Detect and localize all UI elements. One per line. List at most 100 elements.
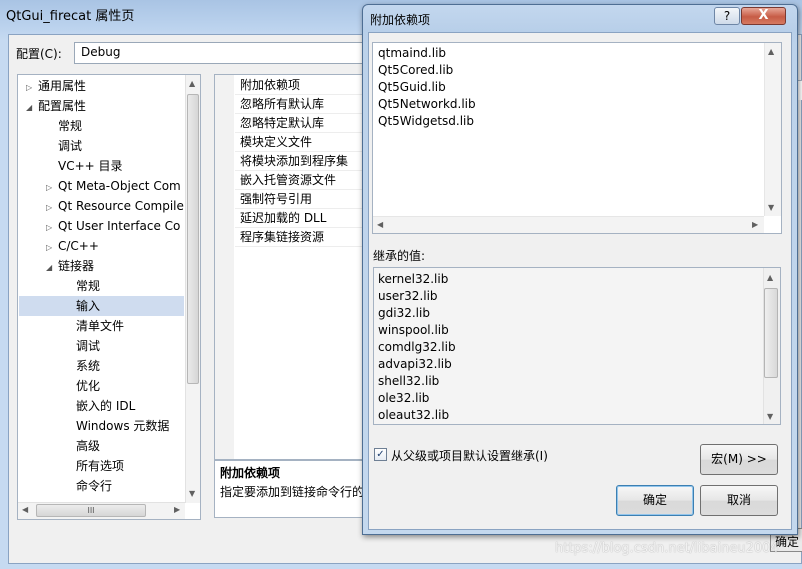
tree-item[interactable]: ▷ Qt Meta-Object Com: [46, 176, 184, 196]
tree-item[interactable]: 常规: [46, 116, 184, 136]
tree-item-label: 清单文件: [76, 319, 125, 333]
window-title: QtGui_firecat 属性页: [6, 9, 135, 24]
tree-item[interactable]: 系统: [64, 356, 184, 376]
editor-horizontal-scrollbar[interactable]: [373, 216, 764, 233]
property-row[interactable]: 忽略所有默认库: [235, 95, 365, 114]
ok-button[interactable]: 确定: [616, 485, 694, 516]
tree-item[interactable]: 优化: [64, 376, 184, 396]
tree-item-label: 优化: [76, 379, 101, 393]
inherited-scroll-thumb[interactable]: [764, 288, 778, 378]
scroll-down-icon[interactable]: ▼: [767, 412, 773, 421]
dependency-line[interactable]: Qt5Networkd.lib: [378, 96, 476, 113]
tree-item-label: 配置属性: [38, 99, 87, 113]
tree-item-label: 调试: [76, 339, 101, 353]
dependency-line[interactable]: Qt5Guid.lib: [378, 79, 446, 96]
scroll-right-icon[interactable]: ▶: [174, 505, 180, 514]
tree-vertical-scroll-thumb[interactable]: [187, 94, 199, 384]
scroll-down-icon[interactable]: ▼: [768, 203, 774, 212]
tree-item-label: 命令行: [76, 479, 113, 493]
tree-horizontal-scroll-thumb[interactable]: III: [36, 504, 146, 517]
property-row[interactable]: 程序集链接资源: [235, 228, 365, 247]
tree-item[interactable]: 清单文件: [64, 316, 184, 336]
tree-item[interactable]: 嵌入的 IDL: [64, 396, 184, 416]
property-row[interactable]: 忽略特定默认库: [235, 114, 365, 133]
scroll-right-icon[interactable]: ▶: [752, 220, 758, 229]
inherited-value: gdi32.lib: [378, 306, 430, 320]
expanded-arrow-icon[interactable]: ◢: [26, 98, 38, 116]
tree-item-label: 调试: [58, 139, 83, 153]
configuration-combo[interactable]: Debug: [74, 42, 364, 64]
inherited-value: winspool.lib: [378, 323, 449, 337]
inherited-value: ole32.lib: [378, 391, 430, 405]
dependency-line[interactable]: Qt5Cored.lib: [378, 62, 453, 79]
tree-item[interactable]: ▷ 通用属性: [26, 76, 184, 96]
inherited-value: oleaut32.lib: [378, 408, 450, 422]
collapsed-arrow-icon[interactable]: ▷: [46, 198, 58, 216]
property-grid-gutter: [215, 75, 234, 459]
configuration-label: 配置(C):: [16, 47, 62, 61]
tree-item[interactable]: ◢ 配置属性: [26, 96, 184, 116]
tree-item-label: 常规: [76, 279, 101, 293]
tree-item[interactable]: 高级: [64, 436, 184, 456]
tree-item-label: 输入: [76, 299, 101, 313]
dialog-title: 附加依赖项: [370, 13, 431, 27]
inherited-values-label: 继承的值:: [373, 249, 426, 263]
inherited-value: advapi32.lib: [378, 357, 452, 371]
property-row[interactable]: 延迟加载的 DLL: [235, 209, 365, 228]
tree-item-label: 嵌入的 IDL: [76, 399, 136, 413]
inherited-value: shell32.lib: [378, 374, 440, 388]
tree-item-label: 通用属性: [38, 79, 87, 93]
macros-button[interactable]: 宏(M) >>: [700, 444, 778, 475]
tree-item[interactable]: 命令行: [64, 476, 184, 496]
inherited-value: comdlg32.lib: [378, 340, 456, 354]
close-button[interactable]: X: [741, 7, 786, 25]
tree-item[interactable]: 常规: [64, 276, 184, 296]
scroll-down-icon[interactable]: ▼: [189, 489, 195, 498]
dependency-line[interactable]: Qt5Widgetsd.lib: [378, 113, 474, 130]
scroll-up-icon[interactable]: ▲: [189, 79, 195, 88]
tree-item[interactable]: ▷ Qt User Interface Co: [46, 216, 184, 236]
collapsed-arrow-icon[interactable]: ▷: [46, 218, 58, 236]
tree-item[interactable]: 所有选项: [64, 456, 184, 476]
tree-item-label: 所有选项: [76, 459, 125, 473]
tree-item-label: C/C++: [58, 239, 99, 253]
tree-item-label: 常规: [58, 119, 83, 133]
inherited-value: kernel32.lib: [378, 272, 449, 286]
collapsed-arrow-icon[interactable]: ▷: [26, 78, 38, 96]
tree-item-label: Qt Resource Compile: [58, 199, 184, 213]
tree-item-label: Windows 元数据: [76, 419, 170, 433]
tree-item[interactable]: 输入: [19, 296, 184, 316]
property-row[interactable]: 强制符号引用: [235, 190, 365, 209]
editor-vertical-scrollbar[interactable]: [764, 43, 781, 216]
help-button[interactable]: ?: [714, 7, 740, 25]
tree-item[interactable]: ◢ 链接器: [46, 256, 184, 276]
tree-item[interactable]: Windows 元数据: [64, 416, 184, 436]
scroll-up-icon[interactable]: ▲: [768, 47, 774, 56]
tree-item[interactable]: VC++ 目录: [46, 156, 184, 176]
collapsed-arrow-icon[interactable]: ▷: [46, 238, 58, 256]
tree-item-label: 高级: [76, 439, 101, 453]
tree-item-label: VC++ 目录: [58, 159, 123, 173]
tree-item-label: 链接器: [58, 259, 95, 273]
inherit-checkbox-label[interactable]: 从父级或项目默认设置继承(I): [391, 447, 548, 464]
scroll-up-icon[interactable]: ▲: [767, 273, 773, 282]
scroll-left-icon[interactable]: ◀: [377, 220, 383, 229]
property-row[interactable]: 模块定义文件: [235, 133, 365, 152]
collapsed-arrow-icon[interactable]: ▷: [46, 178, 58, 196]
cancel-button[interactable]: 取消: [700, 485, 778, 516]
tree-item-label: Qt Meta-Object Com: [58, 179, 181, 193]
dependency-line[interactable]: qtmaind.lib: [378, 45, 446, 62]
tree-item[interactable]: ▷ Qt Resource Compile: [46, 196, 184, 216]
tree-item-label: 系统: [76, 359, 101, 373]
scroll-left-icon[interactable]: ◀: [22, 505, 28, 514]
watermark-text: https://blog.csdn.net/libaineu2004: [555, 541, 779, 556]
property-row[interactable]: 附加依赖项: [235, 76, 365, 95]
description-text: 指定要添加到链接命令行的: [220, 485, 362, 499]
tree-item[interactable]: 调试: [64, 336, 184, 356]
tree-item[interactable]: 调试: [46, 136, 184, 156]
property-row[interactable]: 将模块添加到程序集: [235, 152, 365, 171]
inherit-checkbox[interactable]: ✓: [374, 448, 387, 461]
property-row[interactable]: 嵌入托管资源文件: [235, 171, 365, 190]
tree-item[interactable]: ▷ C/C++: [46, 236, 184, 256]
expanded-arrow-icon[interactable]: ◢: [46, 258, 58, 276]
